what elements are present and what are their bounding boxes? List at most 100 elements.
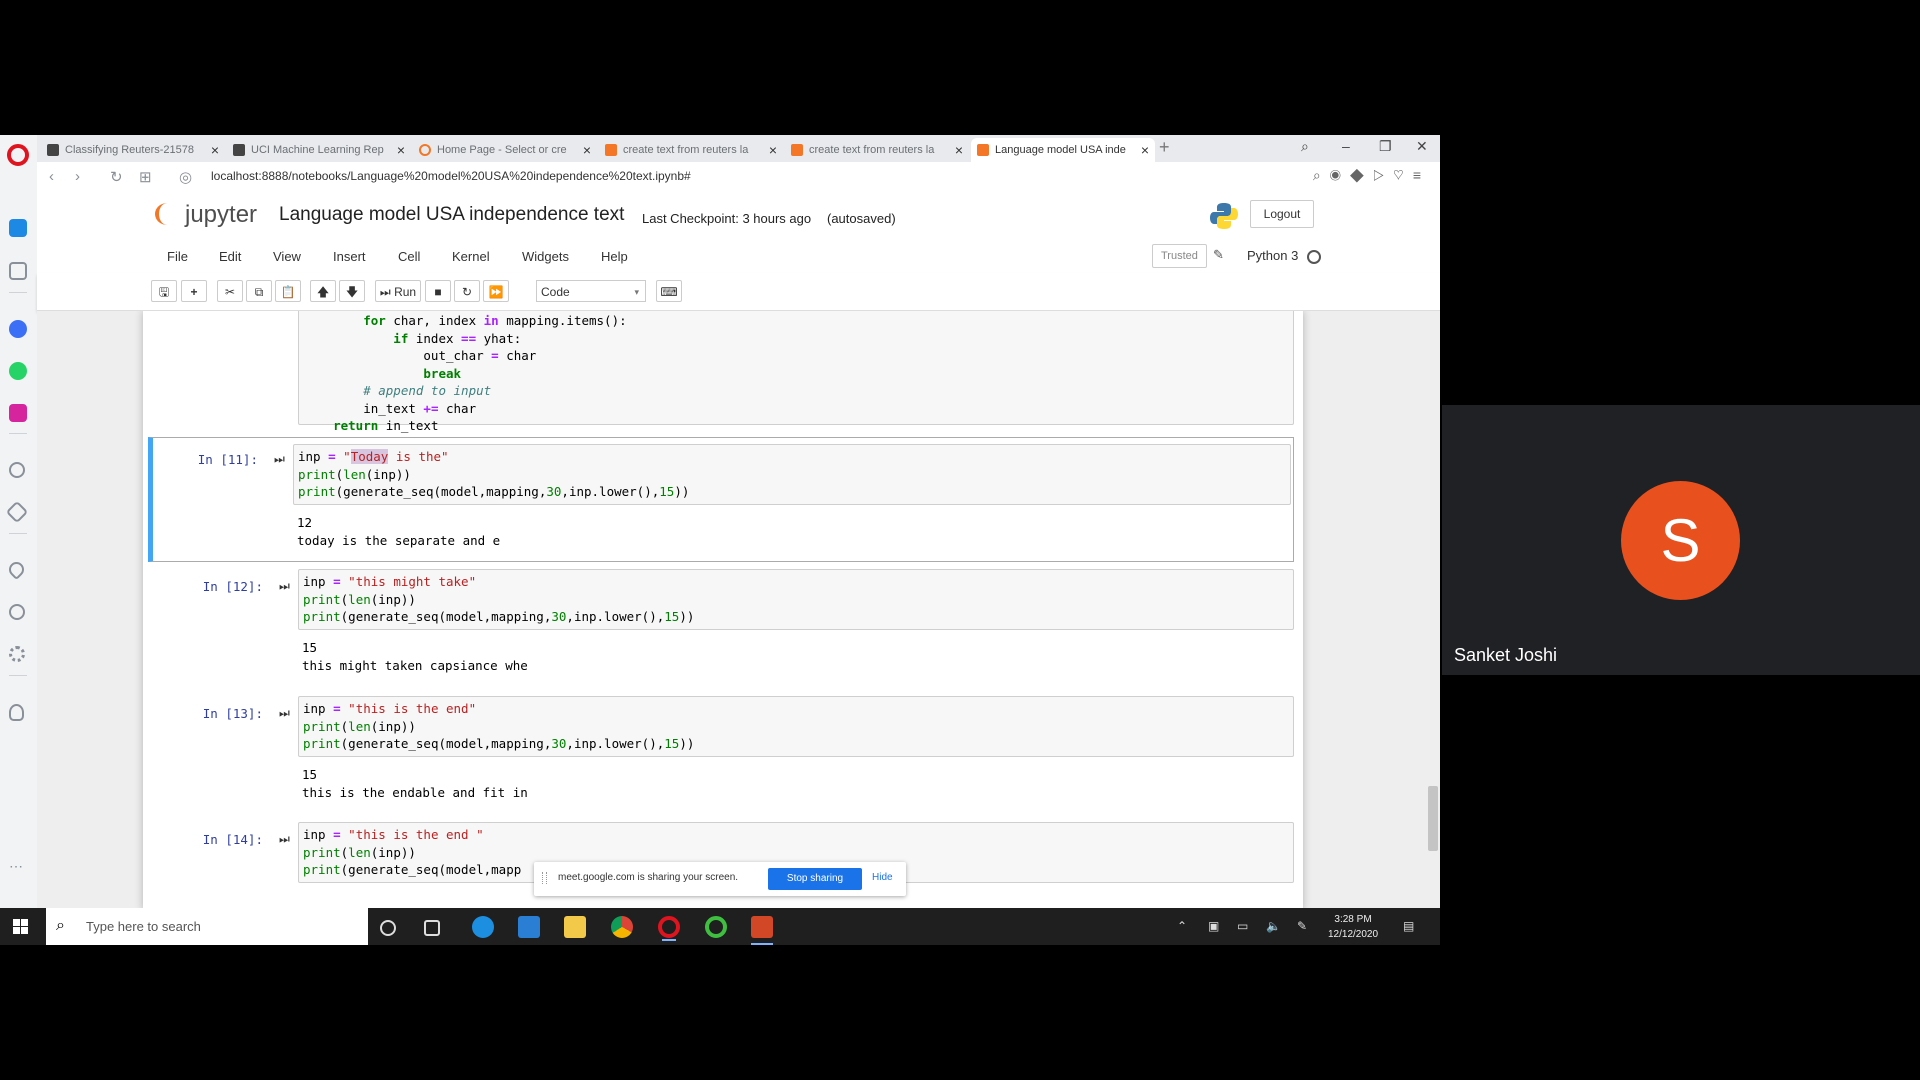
code-cell-12[interactable]: In [12]: ⏭ inp = "this might take" print… bbox=[153, 569, 1294, 689]
run-cell-icon[interactable]: ⏭ bbox=[274, 452, 285, 467]
code-cell-13[interactable]: In [13]: ⏭ inp = "this is the end" print… bbox=[153, 696, 1294, 816]
kernel-name[interactable]: Python 3 bbox=[1247, 248, 1298, 263]
history-icon[interactable] bbox=[9, 604, 25, 620]
copy-button[interactable]: ⧉ bbox=[246, 280, 272, 302]
code-cell-11[interactable]: In [11]: ⏭ inp = "Today is the" print(le… bbox=[148, 437, 1294, 562]
cut-button[interactable]: ✂ bbox=[217, 280, 243, 302]
jupyter-logo[interactable]: jupyter bbox=[185, 201, 257, 229]
menu-edit[interactable]: Edit bbox=[219, 249, 241, 264]
settings-icon[interactable] bbox=[9, 646, 25, 662]
address-bar-actions[interactable]: ⌕◉◆▷♡≡ bbox=[1313, 167, 1430, 184]
run-cell-icon[interactable]: ⏭ bbox=[279, 706, 290, 721]
close-tab-icon[interactable]: × bbox=[769, 138, 777, 162]
heart-icon[interactable] bbox=[5, 558, 28, 581]
tab-create-text-2[interactable]: create text from reuters la × bbox=[785, 138, 969, 162]
pen-icon[interactable]: ✎ bbox=[1297, 919, 1307, 933]
trusted-badge[interactable]: Trusted bbox=[1152, 244, 1207, 268]
hide-button[interactable]: Hide bbox=[872, 872, 893, 883]
previous-cell[interactable]: for char, index in mapping.items(): if i… bbox=[153, 311, 1294, 433]
menu-insert[interactable]: Insert bbox=[333, 249, 366, 264]
input-prompt: In [11]: bbox=[197, 452, 258, 467]
workspace-icon[interactable] bbox=[9, 219, 27, 237]
restart-run-all-button[interactable]: ⏩ bbox=[483, 280, 509, 302]
file-explorer-icon[interactable] bbox=[564, 916, 586, 938]
close-tab-icon[interactable]: × bbox=[397, 138, 405, 162]
command-palette-button[interactable]: ⌨ bbox=[656, 280, 682, 302]
edit-pencil-icon[interactable]: ✎ bbox=[1213, 247, 1224, 263]
back-icon[interactable]: ‹ bbox=[49, 168, 54, 185]
mail-icon[interactable] bbox=[518, 916, 540, 938]
insert-cell-button[interactable]: + bbox=[181, 280, 207, 302]
move-down-button[interactable]: 🡇 bbox=[339, 280, 365, 302]
edge-icon[interactable] bbox=[472, 916, 494, 938]
drag-handle-icon[interactable] bbox=[542, 872, 547, 884]
menu-help[interactable]: Help bbox=[601, 249, 628, 264]
tab-classifying-reuters[interactable]: Classifying Reuters-21578 × bbox=[41, 138, 225, 162]
menu-view[interactable]: View bbox=[273, 249, 301, 264]
lightbulb-icon[interactable] bbox=[9, 704, 24, 721]
opera-logo-icon[interactable] bbox=[7, 144, 29, 166]
tab-language-model[interactable]: Language model USA inde × bbox=[971, 138, 1155, 162]
menu-kernel[interactable]: Kernel bbox=[452, 249, 490, 264]
minimize-icon[interactable]: – bbox=[1342, 138, 1350, 154]
task-view-icon[interactable] bbox=[424, 920, 440, 936]
send-icon[interactable] bbox=[5, 500, 29, 524]
save-button[interactable]: 🖫 bbox=[151, 280, 177, 302]
code-editor[interactable]: for char, index in mapping.items(): if i… bbox=[298, 311, 1294, 433]
tab-uci-ml[interactable]: UCI Machine Learning Rep × bbox=[227, 138, 411, 162]
messenger-icon[interactable] bbox=[9, 320, 27, 338]
run-cell-icon[interactable]: ⏭ bbox=[279, 579, 290, 594]
app-ring-icon[interactable] bbox=[705, 916, 727, 938]
close-tab-icon[interactable]: × bbox=[583, 138, 591, 162]
menu-file[interactable]: File bbox=[167, 249, 188, 264]
run-button[interactable]: ⏭ Run bbox=[375, 280, 421, 302]
powerpoint-icon[interactable] bbox=[751, 916, 773, 945]
search-tabs-icon[interactable]: ⌕ bbox=[1301, 138, 1309, 155]
logout-button[interactable]: Logout bbox=[1250, 200, 1314, 228]
close-tab-icon[interactable]: × bbox=[955, 138, 963, 162]
volume-icon[interactable]: 🔈 bbox=[1266, 919, 1281, 933]
speed-dial-icon[interactable]: ⊞ bbox=[139, 168, 152, 186]
instagram-icon[interactable] bbox=[9, 404, 27, 422]
more-icon[interactable]: ⋯ bbox=[9, 859, 27, 879]
notification-icon[interactable]: ▤ bbox=[1403, 919, 1414, 933]
taskbar-search[interactable]: ⌕ Type here to search bbox=[46, 908, 368, 945]
run-cell-icon[interactable]: ⏭ bbox=[279, 832, 290, 847]
home-icon[interactable] bbox=[9, 262, 27, 280]
close-tab-icon[interactable]: × bbox=[211, 138, 219, 162]
forward-icon[interactable]: › bbox=[75, 168, 80, 185]
move-up-button[interactable]: 🡅 bbox=[310, 280, 336, 302]
chevron-up-icon[interactable]: ⌃ bbox=[1177, 919, 1187, 933]
menu-widgets[interactable]: Widgets bbox=[522, 249, 569, 264]
restore-icon[interactable]: ❐ bbox=[1379, 138, 1392, 155]
code-editor[interactable]: inp = "Today is the" print(len(inp)) pri… bbox=[293, 444, 1291, 505]
jupyter-logo-icon[interactable] bbox=[155, 203, 179, 225]
tab-create-text-1[interactable]: create text from reuters la × bbox=[599, 138, 783, 162]
device-icon[interactable]: ▣ bbox=[1208, 919, 1219, 933]
opera-taskbar-icon[interactable] bbox=[658, 916, 680, 941]
whatsapp-icon[interactable] bbox=[9, 362, 27, 380]
reload-icon[interactable]: ↻ bbox=[110, 168, 123, 186]
vk-icon[interactable] bbox=[9, 462, 25, 478]
url-field[interactable]: localhost:8888/notebooks/Language%20mode… bbox=[211, 169, 691, 183]
interrupt-button[interactable]: ■ bbox=[425, 280, 451, 302]
tab-home-page[interactable]: Home Page - Select or cre × bbox=[413, 138, 597, 162]
notebook-scrollbar[interactable] bbox=[1428, 786, 1438, 851]
code-editor[interactable]: inp = "this is the end" print(len(inp)) … bbox=[298, 696, 1294, 757]
chrome-icon[interactable] bbox=[611, 916, 633, 938]
cell-type-select[interactable]: Code ▾ bbox=[536, 280, 646, 302]
restart-button[interactable]: ↻ bbox=[454, 280, 480, 302]
taskbar-clock[interactable]: 3:28 PM 12/12/2020 bbox=[1328, 912, 1378, 942]
notebook-name[interactable]: Language model USA independence text bbox=[279, 204, 624, 226]
windows-start-icon[interactable] bbox=[13, 919, 28, 934]
cortana-icon[interactable] bbox=[380, 920, 396, 936]
new-tab-icon[interactable]: + bbox=[1159, 137, 1170, 158]
close-window-icon[interactable]: ✕ bbox=[1416, 138, 1428, 155]
network-icon[interactable]: ▭ bbox=[1237, 919, 1248, 933]
code-editor[interactable]: inp = "this might take" print(len(inp)) … bbox=[298, 569, 1294, 630]
site-info-icon[interactable]: ◎ bbox=[179, 168, 192, 186]
paste-button[interactable]: 📋 bbox=[275, 280, 301, 302]
stop-sharing-button[interactable]: Stop sharing bbox=[768, 868, 862, 890]
menu-cell[interactable]: Cell bbox=[398, 249, 420, 264]
close-tab-icon[interactable]: × bbox=[1141, 138, 1149, 162]
